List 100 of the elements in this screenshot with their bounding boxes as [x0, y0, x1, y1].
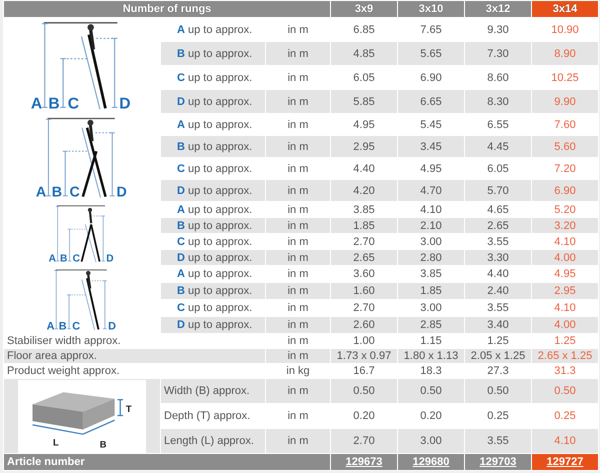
- dimension-label: D: [120, 94, 132, 112]
- unit-cell: in m: [266, 90, 330, 114]
- value-cell: 9.90: [532, 90, 598, 114]
- row-label: Width (B) approx.: [160, 378, 266, 404]
- unit-cell: in m: [266, 316, 330, 334]
- dimension-line: [85, 224, 97, 262]
- value-cell: 1.73 x 0.97: [330, 348, 398, 364]
- value-cell: 3.20: [532, 218, 598, 234]
- dimension-label: A: [36, 184, 46, 200]
- row-label: C up to approx.: [177, 236, 252, 248]
- dimension-line: [102, 280, 108, 329]
- row-label: D up to approx.: [177, 319, 252, 331]
- row-label: B up to approx.: [177, 220, 252, 232]
- unit-cell: in m: [266, 180, 330, 202]
- row-label: A up to approx.: [177, 204, 252, 216]
- row-label: B up to approx.: [177, 140, 252, 152]
- value-cell: 2.95: [330, 136, 398, 158]
- value-cell: 0.50: [398, 378, 464, 404]
- value-cell: 6.90: [532, 180, 598, 202]
- unit-cell: in m: [266, 42, 330, 66]
- dimension-label: B: [48, 94, 60, 112]
- dimension-label: C: [72, 320, 80, 332]
- dimension-label: A: [49, 253, 56, 264]
- row-label: Floor area approx.: [4, 348, 266, 364]
- value-cell: 0.50: [464, 378, 532, 404]
- row-label: A up to approx.: [177, 24, 252, 36]
- unit-cell: in m: [266, 428, 330, 454]
- value-cell: 3.00: [398, 428, 464, 454]
- value-cell: 4.70: [398, 180, 464, 202]
- dimension-label: L: [53, 437, 59, 448]
- value-cell: 5.65: [398, 42, 464, 66]
- dimension-label: B: [100, 439, 106, 450]
- unit-cell: in m: [266, 250, 330, 266]
- dimension-line: [60, 58, 66, 108]
- dimension-line: [68, 228, 72, 261]
- row-label: A up to approx.: [177, 118, 252, 130]
- leader-line: [68, 150, 88, 152]
- ladder: [86, 278, 100, 330]
- value-cell: 4.85: [330, 42, 398, 66]
- unit-cell: in m: [266, 282, 330, 300]
- value-cell: 2.65 x 1.25: [532, 348, 598, 364]
- row-label: C up to approx.: [177, 72, 252, 84]
- value-cell: 5.70: [464, 180, 532, 202]
- leader-line: [71, 294, 86, 295]
- person-figure: [87, 119, 94, 141]
- value-cell: 4.10: [532, 428, 598, 454]
- dimension-line: [110, 132, 115, 196]
- dimension-label: C: [73, 253, 80, 264]
- ceiling-line: [56, 204, 106, 206]
- value-cell: 2.10: [398, 218, 464, 234]
- value-cell: 2.95: [532, 282, 598, 300]
- value-cell: 3.30: [464, 250, 532, 266]
- unit-cell: in m: [266, 348, 330, 364]
- value-cell: 2.60: [330, 316, 398, 334]
- value-cell: 8.30: [464, 90, 532, 114]
- unit-cell: in m: [266, 378, 330, 404]
- dimension-line: [112, 37, 118, 108]
- dimension-line: [56, 206, 60, 261]
- row-label: B up to approx.: [177, 48, 252, 60]
- ceiling-line: [55, 268, 108, 270]
- row-label: D up to approx.: [177, 184, 252, 196]
- dimension-label: B: [58, 320, 67, 332]
- value-cell: 1.60: [330, 282, 398, 300]
- dimension-label: A: [46, 320, 55, 332]
- value-cell: 2.70: [330, 428, 398, 454]
- value-cell: 4.45: [464, 136, 532, 158]
- value-cell: 6.65: [398, 90, 464, 114]
- dimension-label: D: [106, 253, 114, 264]
- leader-line: [96, 37, 114, 38]
- ladder: [81, 224, 101, 262]
- row-label: B up to approx.: [177, 285, 252, 297]
- dimension-label: A: [31, 94, 43, 112]
- dimension-line: [101, 215, 106, 261]
- leader-line: [91, 215, 103, 216]
- value-cell: 7.30: [464, 42, 532, 66]
- value-cell: 5.60: [532, 136, 598, 158]
- value-cell: 1.80 x 1.13: [398, 348, 464, 364]
- dimension-line: [82, 278, 96, 330]
- row-label: C up to approx.: [177, 302, 252, 314]
- dimension-label: B: [60, 253, 68, 264]
- value-cell: 5.85: [330, 90, 398, 114]
- value-cell: 1.85: [330, 218, 398, 234]
- dimension-label: C: [69, 184, 80, 200]
- value-cell: 2.05 x 1.25: [464, 348, 532, 364]
- value-cell: 4.20: [330, 180, 398, 202]
- row-label: Article number: [4, 454, 330, 470]
- dimension-label: D: [116, 184, 127, 200]
- person-figure: [86, 270, 92, 288]
- row-label: C up to approx.: [177, 162, 252, 174]
- dimension-line: [82, 127, 101, 198]
- value-cell: 2.85: [398, 316, 464, 334]
- row-label: Length (L) approx.: [160, 428, 266, 454]
- value-cell: 2.40: [464, 282, 532, 300]
- ceiling-line: [48, 117, 115, 119]
- row-label: A up to approx.: [177, 268, 252, 280]
- dimension-label: T: [126, 404, 132, 414]
- unit-cell: in m: [266, 136, 330, 158]
- row-label: D up to approx.: [177, 96, 252, 108]
- column-header: 3x12: [464, 0, 532, 18]
- ladder: [82, 126, 107, 196]
